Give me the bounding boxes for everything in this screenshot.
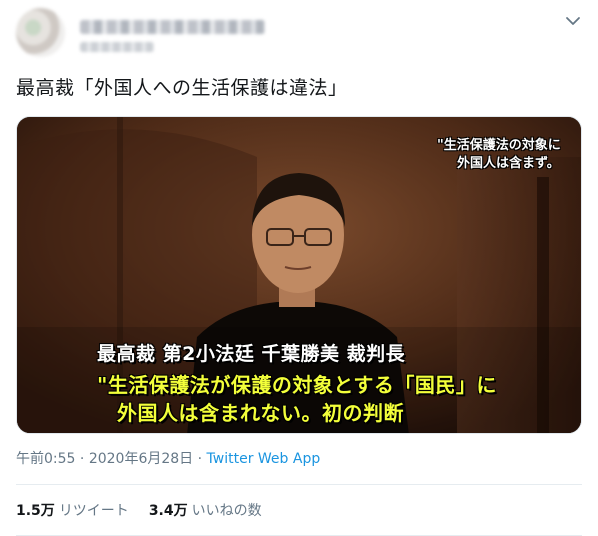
caption-name: 最高裁 第2小法廷 千葉勝美 裁判長 xyxy=(97,343,406,365)
meta-separator: · xyxy=(75,451,89,467)
likes-stat[interactable]: 3.4万 いいねの数 xyxy=(149,503,262,519)
retweets-stat[interactable]: 1.5万 リツイート xyxy=(16,503,129,519)
tweet-header xyxy=(16,8,582,64)
caption-top: "生活保護法の対象に 外国人は含まず。 xyxy=(437,137,561,173)
caption-quote: "生活保護法が保護の対象とする「国民」に 外国人は含まれない。初の判断 xyxy=(97,371,497,427)
likes-count: 3.4万 xyxy=(148,503,188,519)
chevron-down-icon[interactable] xyxy=(564,12,582,30)
tweet-text: 最高裁「外国人への生活保護は違法」 xyxy=(16,77,348,99)
avatar[interactable] xyxy=(16,8,65,57)
tweet-source-app[interactable]: Twitter Web App xyxy=(207,451,321,467)
tweet-media-image[interactable]: "生活保護法の対象に 外国人は含まず。 最高裁 第2小法廷 千葉勝美 裁判長 "… xyxy=(16,116,582,434)
tweet-time[interactable]: 午前0:55 xyxy=(16,451,75,467)
tweet-date[interactable]: 2020年6月28日 xyxy=(89,451,193,467)
display-name-blurred[interactable] xyxy=(80,20,265,34)
likes-label: いいねの数 xyxy=(191,503,262,519)
meta-separator-2: · xyxy=(193,451,207,467)
divider xyxy=(16,484,582,485)
handle-blurred[interactable] xyxy=(80,42,154,52)
caption-top-line1: "生活保護法の対象に xyxy=(437,138,561,153)
retweets-label: リツイート xyxy=(58,503,129,519)
retweets-count: 1.5万 xyxy=(16,503,55,519)
caption-quote-line1: "生活保護法が保護の対象とする「国民」に xyxy=(97,373,497,397)
tweet-meta: 午前0:55 · 2020年6月28日 · Twitter Web App xyxy=(16,448,320,468)
tweet-stats: 1.5万 リツイート 3.4万 いいねの数 xyxy=(16,500,262,520)
caption-top-line2: 外国人は含まず。 xyxy=(457,156,560,171)
caption-quote-line2: 外国人は含まれない。初の判断 xyxy=(117,401,404,425)
